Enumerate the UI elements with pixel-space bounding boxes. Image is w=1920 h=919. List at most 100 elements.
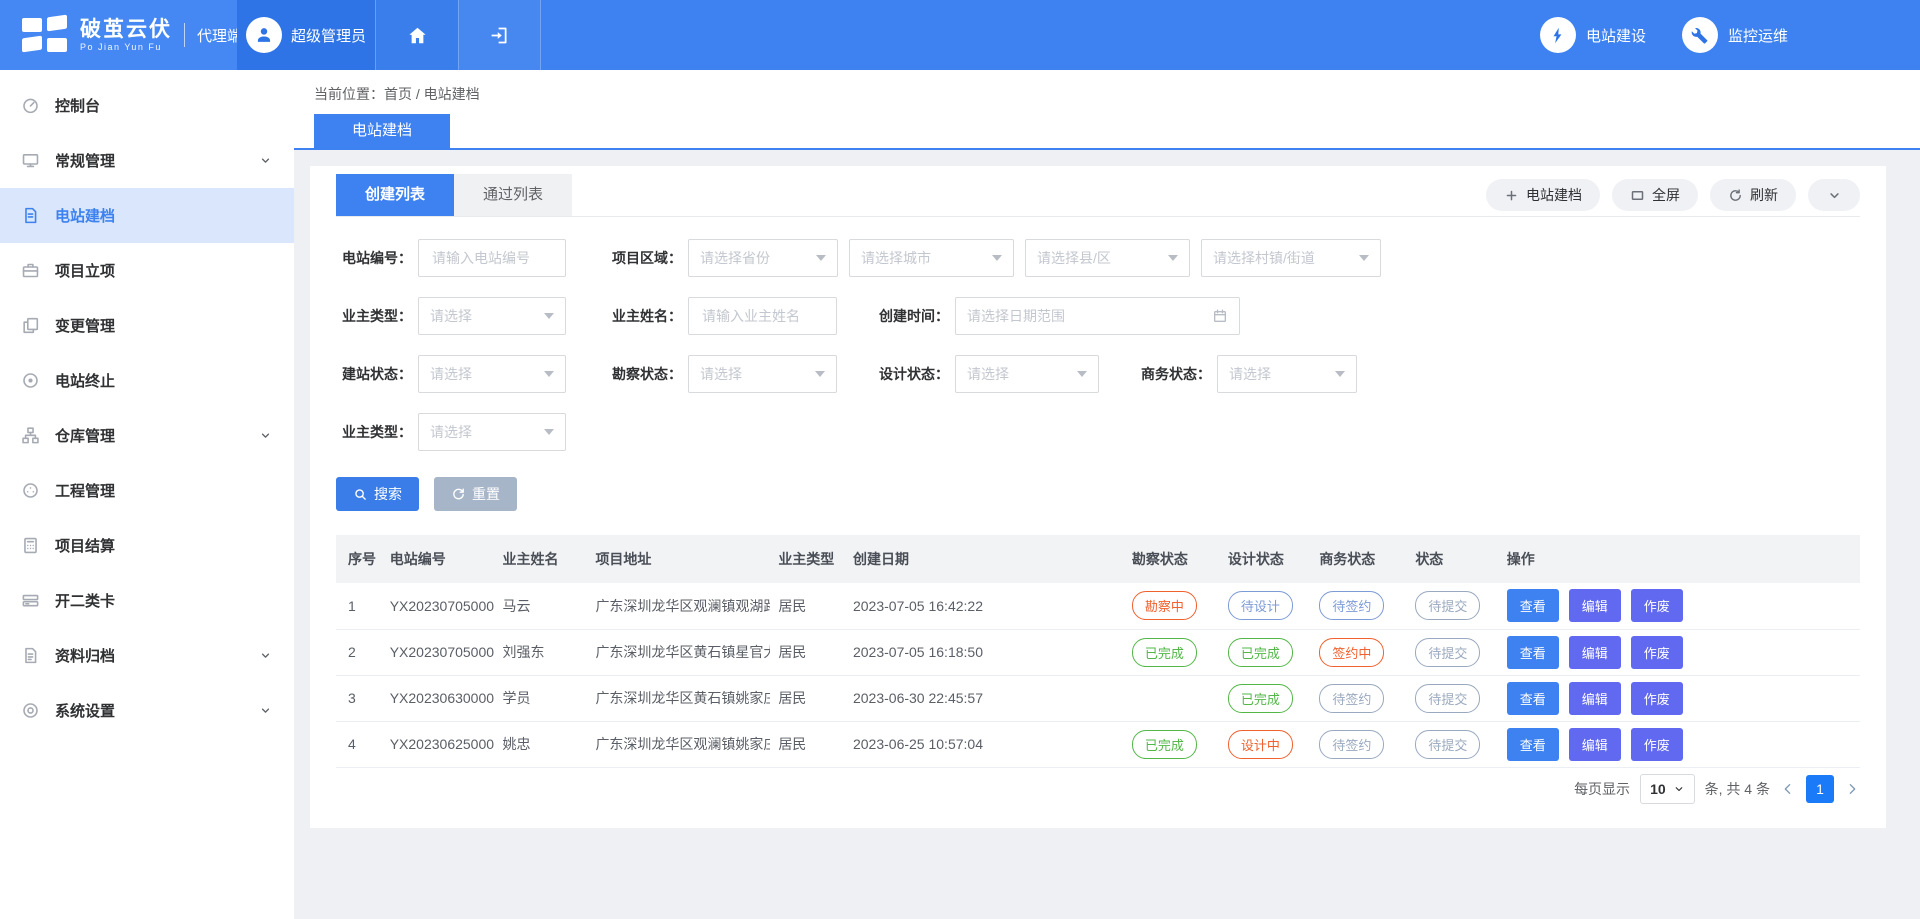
per-page-select[interactable]: 10 <box>1640 774 1695 804</box>
status-pill: 已完成 <box>1132 730 1197 759</box>
sitemap-icon <box>18 424 42 448</box>
home-button[interactable] <box>375 0 458 70</box>
next-page-button[interactable] <box>1844 781 1860 797</box>
view-button[interactable]: 查看 <box>1507 589 1559 622</box>
dashboard-icon <box>18 94 42 118</box>
nav-monitor-ops[interactable]: 监控运维 <box>1682 17 1788 53</box>
calculator-icon <box>18 534 42 558</box>
tab-create-list[interactable]: 创建列表 <box>336 174 454 216</box>
reset-button[interactable]: 重置 <box>434 477 517 511</box>
edit-button[interactable]: 编辑 <box>1569 636 1621 669</box>
page-tab[interactable]: 电站建档 <box>314 114 450 148</box>
sidebar-item-station-archive[interactable]: 电站建档 <box>0 188 294 243</box>
sidebar-item-label: 资料归档 <box>55 645 259 666</box>
survey-status-label: 勘察状态： <box>606 364 682 384</box>
create-station-button[interactable]: 电站建档 <box>1486 179 1600 211</box>
cell-actions: 查看编辑作废 <box>1499 675 1860 721</box>
region-label: 项目区域： <box>606 248 682 268</box>
cell-owner-name: 马云 <box>494 583 587 629</box>
view-button[interactable]: 查看 <box>1507 636 1559 669</box>
placeholder-text: 请选择省份 <box>700 248 810 268</box>
caret-down-icon <box>816 255 826 261</box>
view-button[interactable]: 查看 <box>1507 682 1559 715</box>
logout-button[interactable] <box>458 0 541 70</box>
cell-owner-type: 居民 <box>770 675 845 721</box>
sidebar-item-engineering-management[interactable]: 工程管理 <box>0 463 294 518</box>
owner-type2-select[interactable]: 请选择 <box>418 413 566 451</box>
logo-icon <box>22 16 70 54</box>
build-status-select[interactable]: 请选择 <box>418 355 566 393</box>
filter-form: 电站编号： 项目区域： 请选择省份请选择城市请选择县/区请选择村镇/街道 业主类… <box>336 217 1860 511</box>
sidebar-item-label: 项目结算 <box>55 535 272 556</box>
owner-type-select[interactable]: 请选择 <box>418 297 566 335</box>
cell-survey-status <box>1124 675 1220 721</box>
cell-created: 2023-07-05 16:18:50 <box>845 629 1124 675</box>
edit-button[interactable]: 编辑 <box>1569 728 1621 761</box>
edit-button[interactable]: 编辑 <box>1569 682 1621 715</box>
cell-station-code: YX2023070500010 <box>382 629 495 675</box>
logo-subtitle: Po Jian Yun Fu <box>80 42 172 52</box>
prev-page-button[interactable] <box>1780 781 1796 797</box>
design-status-select[interactable]: 请选择 <box>955 355 1099 393</box>
card-icon <box>18 589 42 613</box>
create-time-label: 创建时间： <box>873 306 949 326</box>
void-button[interactable]: 作废 <box>1631 682 1683 715</box>
view-button[interactable]: 查看 <box>1507 728 1559 761</box>
gauge-icon <box>18 479 42 503</box>
edit-button[interactable]: 编辑 <box>1569 589 1621 622</box>
status-pill: 待提交 <box>1415 730 1480 759</box>
owner-name-label: 业主姓名： <box>606 306 682 326</box>
sidebar-item-station-termination[interactable]: 电站终止 <box>0 353 294 408</box>
table-row: 4YX2023062500004姚忠广东深圳龙华区观澜镇姚家庄...居民2023… <box>336 721 1860 767</box>
cell-owner-type: 居民 <box>770 629 845 675</box>
sidebar-item-type2-card[interactable]: 开二类卡 <box>0 573 294 628</box>
home-icon <box>407 25 428 46</box>
sidebar-item-project-settlement[interactable]: 项目结算 <box>0 518 294 573</box>
calendar-icon <box>1212 308 1228 324</box>
station-no-input[interactable] <box>430 249 554 267</box>
column-header-2: 业主姓名 <box>494 535 587 583</box>
sidebar-item-system-settings[interactable]: 系统设置 <box>0 683 294 738</box>
business-status-select[interactable]: 请选择 <box>1217 355 1357 393</box>
sidebar-item-general-management[interactable]: 常规管理 <box>0 133 294 188</box>
page-1-button[interactable]: 1 <box>1806 775 1834 803</box>
owner-type-label: 业主类型： <box>336 306 412 326</box>
plus-icon <box>1504 188 1519 203</box>
nav-station-build[interactable]: 电站建设 <box>1540 17 1646 53</box>
cell-survey-status: 勘察中 <box>1124 583 1220 629</box>
sidebar-item-label: 工程管理 <box>55 480 272 501</box>
region-town-select[interactable]: 请选择村镇/街道 <box>1201 239 1381 277</box>
region-city-select[interactable]: 请选择城市 <box>849 239 1014 277</box>
void-button[interactable]: 作废 <box>1631 589 1683 622</box>
user-menu[interactable]: 超级管理员 <box>237 0 375 70</box>
cell-design-status: 已完成 <box>1220 629 1311 675</box>
breadcrumb: 当前位置：首页 / 电站建档 <box>294 84 1920 104</box>
placeholder-text: 请选择县/区 <box>1037 248 1162 268</box>
sidebar-item-warehouse-management[interactable]: 仓库管理 <box>0 408 294 463</box>
tab-approved-list[interactable]: 通过列表 <box>454 174 572 216</box>
sidebar-item-label: 控制台 <box>55 95 272 116</box>
owner-name-input[interactable] <box>700 307 825 325</box>
nav-station-build-label: 电站建设 <box>1586 25 1646 46</box>
chevron-right-icon <box>1844 781 1860 797</box>
search-button[interactable]: 搜索 <box>336 477 419 511</box>
sidebar-item-change-management[interactable]: 变更管理 <box>0 298 294 353</box>
sidebar-item-project-initiation[interactable]: 项目立项 <box>0 243 294 298</box>
copy-icon <box>18 314 42 338</box>
chevron-down-icon <box>259 649 272 662</box>
sidebar-item-data-archive[interactable]: 资料归档 <box>0 628 294 683</box>
caret-down-icon <box>544 371 554 377</box>
create-time-input[interactable]: 请选择日期范围 <box>955 297 1240 335</box>
cell-business-status: 签约中 <box>1311 629 1407 675</box>
survey-status-select[interactable]: 请选择 <box>688 355 837 393</box>
cell-owner-name: 刘强东 <box>494 629 587 675</box>
region-district-select[interactable]: 请选择县/区 <box>1025 239 1190 277</box>
sidebar-item-console[interactable]: 控制台 <box>0 78 294 133</box>
region-province-select[interactable]: 请选择省份 <box>688 239 838 277</box>
refresh-button[interactable]: 刷新 <box>1710 179 1796 211</box>
collapse-button[interactable] <box>1808 179 1860 211</box>
cell-status-status: 待提交 <box>1407 629 1498 675</box>
void-button[interactable]: 作废 <box>1631 728 1683 761</box>
void-button[interactable]: 作废 <box>1631 636 1683 669</box>
fullscreen-button[interactable]: 全屏 <box>1612 179 1698 211</box>
